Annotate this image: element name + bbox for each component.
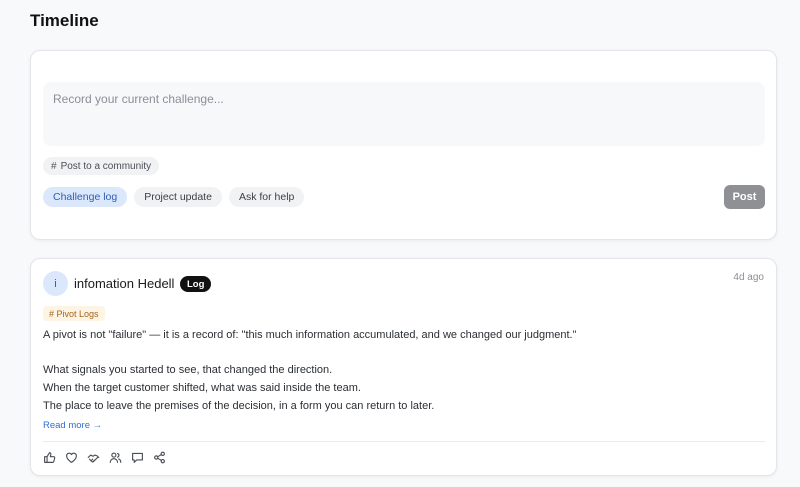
post-body-line: The place to leave the premises of the d… <box>43 400 435 412</box>
share-icon[interactable] <box>153 451 166 464</box>
community-chip-label: Post to a community <box>60 160 152 172</box>
divider <box>43 441 765 442</box>
handshake-icon[interactable] <box>87 451 100 464</box>
type-challenge-log[interactable]: Challenge log <box>43 187 128 207</box>
author-name[interactable]: infomation Hedell <box>74 276 174 291</box>
type-ask-for-help[interactable]: Ask for help <box>228 187 305 207</box>
type-project-update[interactable]: Project update <box>134 187 222 207</box>
page-title: Timeline <box>30 11 99 30</box>
post-type-selector: Challenge log Project update Ask for hel… <box>43 187 305 207</box>
post-to-community-button[interactable]: # Post to a community <box>43 157 160 175</box>
post-body-line: A pivot is not "failure" — it is a recor… <box>43 329 577 341</box>
post-timestamp: 4d ago <box>733 272 764 283</box>
post-button[interactable]: Post <box>724 185 765 209</box>
post-type-badge: Log <box>180 276 212 292</box>
post-body-line: What signals you started to see, that ch… <box>43 364 333 376</box>
post-actions <box>43 451 166 464</box>
composer-card: # Post to a community Challenge log Proj… <box>30 50 777 240</box>
comment-icon[interactable] <box>131 451 144 464</box>
users-icon[interactable] <box>109 451 122 464</box>
challenge-input[interactable] <box>43 82 765 146</box>
read-more-link[interactable]: Read more → <box>43 420 102 431</box>
post-card: i infomation Hedell Log 4d ago # Pivot L… <box>30 258 777 476</box>
avatar[interactable]: i <box>43 271 68 296</box>
thumbs-up-icon[interactable] <box>43 451 56 464</box>
heart-icon[interactable] <box>65 451 78 464</box>
tag-chip[interactable]: # Pivot Logs <box>43 306 105 321</box>
hash-icon: # <box>51 160 57 172</box>
post-body-line: When the target customer shifted, what w… <box>43 382 361 394</box>
